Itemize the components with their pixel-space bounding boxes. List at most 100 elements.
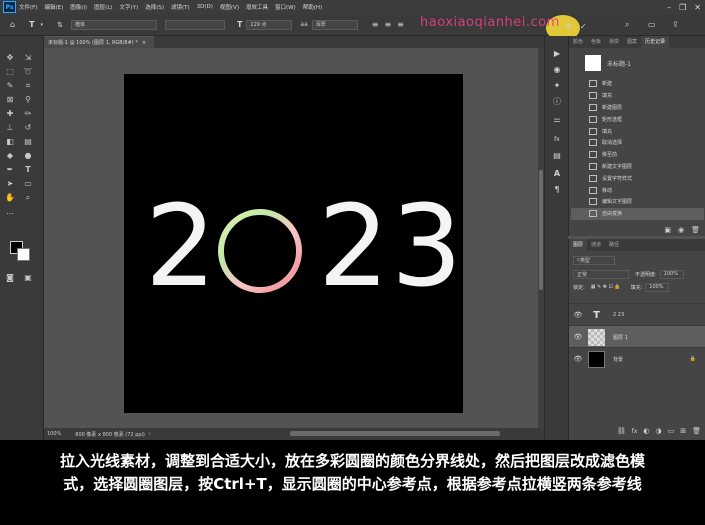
menu-help[interactable]: 帮助(H)	[303, 3, 322, 11]
history-brush-icon[interactable]: ↺	[22, 122, 34, 133]
paragraph-icon[interactable]: ¶	[551, 184, 563, 195]
path-select-tool-icon[interactable]: ➤	[4, 178, 16, 189]
menu-view[interactable]: 视图(V)	[220, 3, 239, 11]
tab-swatches[interactable]: 色板	[587, 36, 605, 48]
type-tool-icon[interactable]: T	[22, 164, 34, 175]
menu-image[interactable]: 图像(I)	[70, 3, 87, 11]
character-icon[interactable]: A	[551, 168, 563, 179]
menu-layer[interactable]: 图层(L)	[94, 3, 112, 11]
adjustment-layer-icon[interactable]: ◑	[656, 427, 662, 435]
eraser-tool-icon[interactable]: ◧	[4, 136, 16, 147]
workspace-icon[interactable]: ▭	[648, 20, 656, 29]
brush-settings-icon[interactable]: ✦	[551, 80, 563, 91]
lock-icons[interactable]: ▦ ✎ ✥ ⊡ 🔒	[591, 284, 621, 290]
layer-row-pixel[interactable]: 👁 图层 1	[569, 325, 705, 348]
status-arrow-icon[interactable]: ›	[149, 431, 151, 437]
menu-3d[interactable]: 3D(D)	[197, 4, 213, 10]
tab-layers[interactable]: 图层	[569, 239, 588, 251]
vertical-scroll-thumb[interactable]	[539, 170, 543, 290]
antialias-select[interactable]: 浑厚	[311, 19, 358, 30]
document-tab-close[interactable]: ×	[142, 40, 146, 46]
history-item[interactable]: 新建	[571, 78, 704, 90]
tab-paths[interactable]: 路径	[605, 239, 623, 251]
quick-mask-icon[interactable]: ◙	[4, 272, 16, 283]
align-center-icon[interactable]: ≡	[384, 20, 391, 29]
font-size-select[interactable]: 229 点	[246, 19, 293, 30]
new-document-from-state-icon[interactable]: ▣	[664, 226, 671, 234]
tab-patterns[interactable]: 图案	[623, 36, 641, 48]
snapshot-camera-icon[interactable]: ◉	[678, 226, 684, 234]
fill-input[interactable]: 100%	[645, 282, 670, 292]
horizontal-scroll-thumb[interactable]	[290, 431, 500, 436]
cancel-icon[interactable]: ⊘	[565, 22, 572, 31]
document-tab[interactable]: 未标题-1 @ 100% (图层 1, RGB/8#) * ×	[44, 36, 154, 48]
more-tools-icon[interactable]: …	[4, 206, 16, 217]
align-left-icon[interactable]: ≡	[372, 20, 379, 29]
layer-filter-select[interactable]: ⌕ 类型	[573, 255, 615, 265]
pen-tool-icon[interactable]: ✒	[4, 164, 16, 175]
marquee-tool-icon[interactable]: ⬚	[4, 66, 16, 77]
group-icon[interactable]: ▭	[668, 427, 675, 435]
shape-tool-icon[interactable]: ▭	[22, 178, 34, 189]
gradient-tool-icon[interactable]: ▤	[22, 136, 34, 147]
align-right-icon[interactable]: ≡	[397, 20, 404, 29]
frame-tool-icon[interactable]: ⊠	[4, 94, 16, 105]
adjustments-icon[interactable]: ⚌	[551, 114, 563, 125]
background-color-swatch[interactable]	[17, 248, 30, 261]
visibility-eye-icon[interactable]: 👁	[572, 333, 584, 341]
artboard-tool-icon[interactable]: ⇲	[22, 52, 34, 63]
share-icon[interactable]: ⇪	[672, 20, 679, 29]
text-orientation-icon[interactable]: ⇅	[57, 21, 63, 29]
search-icon[interactable]: ⌕	[625, 20, 629, 30]
chevron-down-icon[interactable]: ▾	[41, 22, 44, 28]
history-item[interactable]: 填充	[571, 90, 704, 102]
brush-tool-icon[interactable]: ✏	[22, 108, 34, 119]
commit-icon[interactable]: ✓	[580, 22, 587, 31]
tab-history[interactable]: 历史记录	[641, 36, 670, 48]
lasso-tool-icon[interactable]: ➰	[22, 66, 34, 77]
blend-mode-select[interactable]: 正常	[573, 269, 629, 279]
tab-gradients[interactable]: 渐变	[605, 36, 623, 48]
move-tool-icon[interactable]: ✥	[4, 52, 16, 63]
eyedropper-tool-icon[interactable]: ⚲	[22, 94, 34, 105]
home-icon[interactable]: ⌂	[10, 20, 15, 29]
tab-channels[interactable]: 通道	[587, 239, 605, 251]
info-icon[interactable]: ⓘ	[551, 96, 563, 107]
stamp-tool-icon[interactable]: ⊥	[4, 122, 16, 133]
layer-row-text[interactable]: 👁 T 2 23	[569, 303, 705, 326]
type-tool-icon[interactable]: T	[29, 20, 34, 29]
opacity-input[interactable]: 100%	[659, 269, 684, 279]
history-snapshot[interactable]: 未标题-1	[571, 52, 704, 74]
layer-row-background[interactable]: 👁 背景 🔒	[569, 347, 705, 370]
menu-select[interactable]: 选择(S)	[145, 3, 164, 11]
play-icon[interactable]: ▶	[551, 48, 563, 59]
crop-tool-icon[interactable]: ⌗	[22, 80, 34, 91]
history-item[interactable]: 填充	[571, 125, 704, 137]
history-item[interactable]: 新建图层	[571, 102, 704, 114]
zoom-level[interactable]: 100%	[47, 431, 61, 437]
font-style-select[interactable]	[164, 19, 225, 30]
tab-color[interactable]: 颜色	[569, 36, 587, 48]
history-item[interactable]: 移至前	[571, 149, 704, 161]
visibility-eye-icon[interactable]: 👁	[572, 311, 584, 319]
mask-icon[interactable]: ◐	[643, 427, 649, 435]
fx-icon[interactable]: fx	[632, 428, 638, 435]
link-layers-icon[interactable]: ⛓	[617, 427, 626, 435]
new-layer-icon[interactable]: ⊞	[680, 427, 686, 435]
history-item[interactable]: 设置字符样式	[571, 172, 704, 184]
screen-mode-icon[interactable]: ▣	[22, 272, 34, 283]
zoom-tool-icon[interactable]: ⌕	[22, 192, 34, 203]
delete-layer-icon[interactable]: 🗑	[692, 427, 701, 435]
menu-edit[interactable]: 编辑(E)	[44, 3, 63, 11]
menu-file[interactable]: 文件(F)	[19, 3, 37, 11]
blur-tool-icon[interactable]: ◆	[4, 150, 16, 161]
menu-window[interactable]: 窗口(W)	[275, 3, 296, 11]
delete-state-icon[interactable]: 🗑	[691, 226, 700, 234]
menu-plugins[interactable]: 增效工具	[246, 3, 268, 11]
maximize-button[interactable]: ❐	[679, 3, 686, 12]
font-family-select[interactable]: 楷体	[70, 19, 157, 30]
history-item[interactable]: 移动	[571, 184, 704, 196]
dodge-tool-icon[interactable]: ●	[22, 150, 34, 161]
history-item[interactable]: 取消选择	[571, 137, 704, 149]
history-item[interactable]: 矩形选框	[571, 113, 704, 125]
